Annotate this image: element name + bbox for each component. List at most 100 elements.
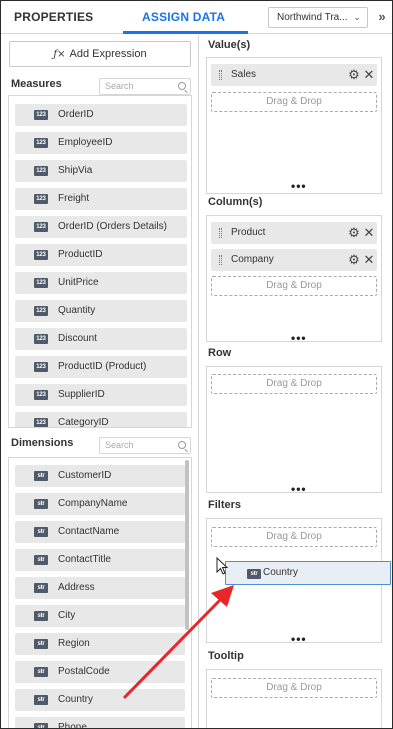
numeric-type-icon: 123: [34, 110, 48, 120]
close-icon[interactable]: ✕: [363, 253, 375, 267]
chevron-down-icon: ⌄: [353, 12, 361, 22]
tooltip-drop-target[interactable]: Drag & Drop: [211, 678, 377, 698]
gear-icon[interactable]: ⚙: [347, 226, 361, 240]
drag-handle-icon[interactable]: [219, 228, 222, 238]
row-zone[interactable]: Drag & Drop •••: [206, 366, 382, 495]
row-more-icon[interactable]: •••: [291, 483, 306, 495]
measure-item[interactable]: 123 OrderID (Orders Details): [15, 216, 187, 238]
columns-pill-product[interactable]: Product ⚙ ✕: [211, 222, 377, 244]
add-expression-label: Add Expression: [69, 48, 147, 60]
values-zone[interactable]: Sales ⚙ ✕ Drag & Drop •••: [206, 57, 382, 194]
measure-label: Discount: [58, 333, 97, 344]
measure-label: Freight: [58, 193, 90, 204]
close-icon[interactable]: ✕: [363, 68, 375, 82]
pill-label: Sales: [231, 69, 257, 80]
columns-more-icon[interactable]: •••: [291, 332, 306, 344]
measures-heading: Measures: [11, 78, 62, 90]
measure-item[interactable]: 123 ProductID: [15, 244, 187, 266]
measures-search-input[interactable]: Search: [99, 78, 191, 95]
dimension-label: Address: [58, 582, 95, 593]
string-type-icon: str: [34, 667, 48, 677]
columns-pill-company[interactable]: Company ⚙ ✕: [211, 249, 377, 271]
tooltip-zone[interactable]: Drag & Drop: [206, 669, 382, 728]
dimension-item[interactable]: str Country: [15, 689, 185, 711]
values-more-icon[interactable]: •••: [291, 180, 306, 192]
dimension-label: CompanyName: [58, 498, 128, 509]
collapse-panel-icon[interactable]: »: [374, 6, 390, 28]
dimensions-list: str CustomerID str CompanyName str ContactNam…: [8, 457, 192, 728]
measure-item[interactable]: 123 Freight: [15, 188, 187, 210]
string-type-icon: str: [34, 471, 48, 481]
dimensions-search-placeholder: Search: [105, 440, 134, 450]
gear-icon[interactable]: ⚙: [347, 253, 361, 267]
tab-assign-data[interactable]: ASSIGN DATA: [142, 1, 225, 34]
measure-label: ProductID (Product): [58, 361, 147, 372]
measure-label: OrderID: [58, 109, 94, 120]
numeric-type-icon: 123: [34, 306, 48, 316]
values-drop-target[interactable]: Drag & Drop: [211, 92, 377, 112]
dimension-label: PostalCode: [58, 666, 110, 677]
measure-item[interactable]: 123 CategoryID: [15, 412, 187, 427]
add-expression-button[interactable]: ƒ× Add Expression: [9, 41, 191, 67]
filters-more-icon[interactable]: •••: [291, 633, 306, 645]
dimension-item[interactable]: str Region: [15, 633, 185, 655]
columns-drop-target[interactable]: Drag & Drop: [211, 276, 377, 296]
numeric-type-icon: 123: [34, 390, 48, 400]
pill-label: Company: [231, 254, 274, 265]
dragging-field-country[interactable]: str Country: [225, 561, 391, 585]
filters-drop-target[interactable]: Drag & Drop: [211, 527, 377, 547]
dimension-label: Country: [58, 694, 94, 705]
string-type-icon: str: [34, 499, 48, 509]
dimension-item[interactable]: str Phone: [15, 717, 185, 728]
datasource-dropdown[interactable]: Northwind Tra... ⌄: [268, 7, 368, 28]
close-icon[interactable]: ✕: [363, 226, 375, 240]
string-type-icon: str: [34, 695, 48, 705]
values-pill-sales[interactable]: Sales ⚙ ✕: [211, 64, 377, 86]
dimensions-scrollbar[interactable]: [185, 460, 189, 630]
datasource-value: Northwind Tra...: [277, 12, 348, 23]
dimension-item[interactable]: str PostalCode: [15, 661, 185, 683]
filters-title: Filters: [208, 499, 242, 511]
string-type-icon: str: [34, 639, 48, 649]
dimension-item[interactable]: str ContactName: [15, 521, 185, 543]
numeric-type-icon: 123: [34, 222, 48, 232]
columns-zone[interactable]: Product ⚙ ✕ Company ⚙ ✕ Drag & Drop •••: [206, 215, 382, 344]
panel-header: PROPERTIES ASSIGN DATA Northwind Tra... …: [1, 1, 392, 34]
search-icon: [178, 82, 186, 90]
measure-item[interactable]: 123 ShipVia: [15, 160, 187, 182]
pill-label: Product: [231, 227, 266, 238]
dimension-item[interactable]: str CompanyName: [15, 493, 185, 515]
measure-item[interactable]: 123 UnitPrice: [15, 272, 187, 294]
numeric-type-icon: 123: [34, 362, 48, 372]
drag-handle-icon[interactable]: [219, 70, 222, 80]
string-type-icon: str: [34, 611, 48, 621]
measure-item[interactable]: 123 Discount: [15, 328, 187, 350]
dimension-item[interactable]: str Address: [15, 577, 185, 599]
dimensions-search-input[interactable]: Search: [99, 437, 191, 454]
dimensions-heading: Dimensions: [11, 437, 74, 449]
numeric-type-icon: 123: [34, 418, 48, 427]
measure-item[interactable]: 123 ProductID (Product): [15, 356, 187, 378]
mouse-pointer-icon: [216, 557, 229, 575]
measure-item[interactable]: 123 EmployeeID: [15, 132, 187, 154]
drop-zones-column: Value(s) Sales ⚙ ✕ Drag & Drop ••• Colum…: [200, 35, 392, 728]
measure-label: ProductID: [58, 249, 103, 260]
tab-properties[interactable]: PROPERTIES: [14, 1, 93, 34]
measure-item[interactable]: 123 Quantity: [15, 300, 187, 322]
measure-item[interactable]: 123 SupplierID: [15, 384, 187, 406]
dimension-item[interactable]: str ContactTitle: [15, 549, 185, 571]
values-title: Value(s): [208, 39, 251, 51]
gear-icon[interactable]: ⚙: [347, 68, 361, 82]
dimension-item[interactable]: str City: [15, 605, 185, 627]
numeric-type-icon: 123: [34, 138, 48, 148]
drag-handle-icon[interactable]: [219, 255, 222, 265]
row-title: Row: [208, 347, 232, 359]
assign-data-panel: PROPERTIES ASSIGN DATA Northwind Tra... …: [0, 0, 393, 729]
numeric-type-icon: 123: [34, 278, 48, 288]
dimension-label: ContactTitle: [58, 554, 111, 565]
measure-label: ShipVia: [58, 165, 93, 176]
row-drop-target[interactable]: Drag & Drop: [211, 374, 377, 394]
dimension-item[interactable]: str CustomerID: [15, 465, 185, 487]
dimension-label: ContactName: [58, 526, 120, 537]
measure-item[interactable]: 123 OrderID: [15, 104, 187, 126]
